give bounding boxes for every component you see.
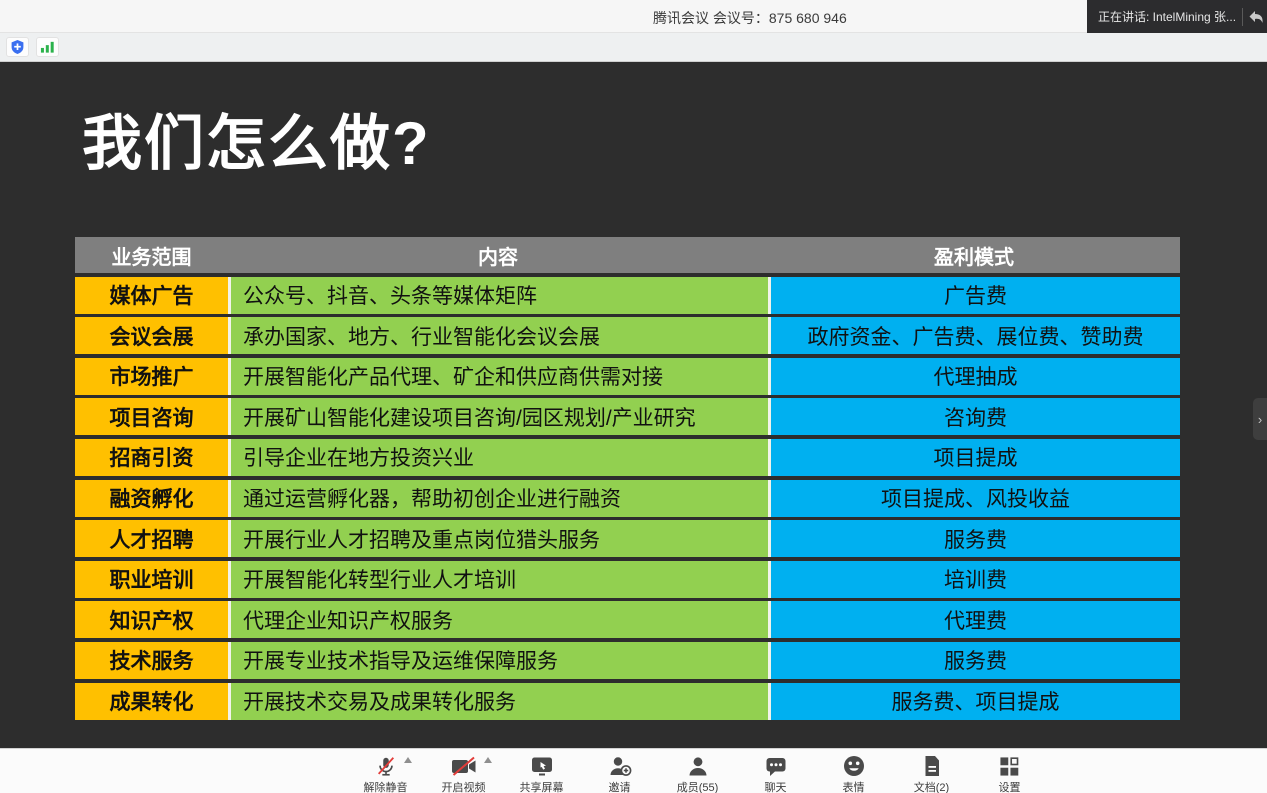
header-scope: 业务范围 (75, 237, 228, 273)
mic-muted-icon (375, 755, 397, 778)
chat-button[interactable]: 聊天 (754, 754, 798, 793)
table-body: 媒体广告 公众号、抖音、头条等媒体矩阵 广告费 会议会展 承办国家、地方、行业智… (75, 277, 1180, 720)
toolbar-item-label: 设置 (999, 779, 1021, 793)
settings-button[interactable]: 设置 (988, 754, 1032, 793)
invite-button[interactable]: 邀请 (598, 754, 642, 793)
toolbar-item-label: 共享屏幕 (520, 779, 564, 793)
meeting-title: 腾讯会议 会议号：875 680 946 (653, 8, 847, 28)
camera-off-icon (451, 756, 477, 777)
cell-scope: 人才招聘 (75, 520, 228, 557)
reply-arrow-icon[interactable] (1248, 10, 1264, 24)
table-header-row: 业务范围 内容 盈利模式 (75, 237, 1180, 273)
cell-scope: 职业培训 (75, 561, 228, 598)
invite-icon (608, 756, 632, 777)
toolbar-item-label: 表情 (843, 779, 865, 793)
header-content: 内容 (228, 237, 768, 273)
table-row: 成果转化 开展技术交易及成果转化服务 服务费、项目提成 (75, 683, 1180, 720)
cell-content: 开展矿山智能化建设项目咨询/园区规划/产业研究 (228, 398, 768, 435)
meeting-toolbar: 解除静音 开启视频 共享屏幕 (0, 748, 1267, 793)
cell-scope: 媒体广告 (75, 277, 228, 314)
toolbar-item-label: 成员(55) (677, 779, 719, 793)
table-row: 人才招聘 开展行业人才招聘及重点岗位猎头服务 服务费 (75, 520, 1180, 557)
settings-icon (999, 756, 1020, 777)
cell-profit: 广告费 (768, 277, 1180, 314)
chat-icon (765, 756, 787, 777)
cell-profit: 项目提成、风投收益 (768, 480, 1180, 517)
slide-title: 我们怎么做? (82, 114, 431, 174)
network-signal-icon[interactable] (36, 37, 59, 57)
toolbar-item-label: 解除静音 (364, 779, 408, 793)
cell-content: 承办国家、地方、行业智能化会议会展 (228, 317, 768, 354)
table-row: 技术服务 开展专业技术指导及运维保障服务 服务费 (75, 642, 1180, 679)
cell-scope: 项目咨询 (75, 398, 228, 435)
cell-scope: 成果转化 (75, 683, 228, 720)
cell-content: 公众号、抖音、头条等媒体矩阵 (228, 277, 768, 314)
table-row: 会议会展 承办国家、地方、行业智能化会议会展 政府资金、广告费、展位费、赞助费 (75, 317, 1180, 354)
share-screen-button[interactable]: 共享屏幕 (520, 754, 564, 793)
shared-screen: 我们怎么做? 业务范围 内容 盈利模式 媒体广告 公众号、抖音、头条等媒体矩阵 … (0, 62, 1267, 748)
divider (1242, 8, 1243, 26)
cell-profit: 服务费 (768, 642, 1180, 679)
cell-profit: 培训费 (768, 561, 1180, 598)
cell-profit: 项目提成 (768, 439, 1180, 476)
mic-options-chevron-up-icon[interactable] (404, 757, 412, 763)
cell-content: 开展智能化转型行业人才培训 (228, 561, 768, 598)
toolbar-item-label: 文档(2) (914, 779, 949, 793)
cell-scope: 融资孵化 (75, 480, 228, 517)
cell-profit: 政府资金、广告费、展位费、赞助费 (768, 317, 1180, 354)
table-row: 媒体广告 公众号、抖音、头条等媒体矩阵 广告费 (75, 277, 1180, 314)
cell-scope: 会议会展 (75, 317, 228, 354)
emoji-icon (843, 755, 865, 777)
speaking-indicator-label: 正在讲话: IntelMining 张... (1098, 8, 1238, 25)
share-screen-icon (530, 756, 554, 777)
table-row: 招商引资 引导企业在地方投资兴业 项目提成 (75, 439, 1180, 476)
cell-profit: 代理费 (768, 601, 1180, 638)
start-video-button[interactable]: 开启视频 (442, 754, 486, 793)
cell-content: 开展智能化产品代理、矿企和供应商供需对接 (228, 358, 768, 395)
status-bar (0, 33, 1267, 62)
business-table: 业务范围 内容 盈利模式 媒体广告 公众号、抖音、头条等媒体矩阵 广告费 会议会… (75, 237, 1180, 720)
members-button[interactable]: 成员(55) (676, 754, 720, 793)
members-icon (687, 756, 709, 777)
document-icon (923, 755, 941, 777)
emoji-button[interactable]: 表情 (832, 754, 876, 793)
cell-content: 通过运营孵化器，帮助初创企业进行融资 (228, 480, 768, 517)
cell-profit: 服务费、项目提成 (768, 683, 1180, 720)
cell-content: 开展技术交易及成果转化服务 (228, 683, 768, 720)
cell-scope: 技术服务 (75, 642, 228, 679)
table-row: 知识产权 代理企业知识产权服务 代理费 (75, 601, 1180, 638)
cell-content: 代理企业知识产权服务 (228, 601, 768, 638)
table-row: 市场推广 开展智能化产品代理、矿企和供应商供需对接 代理抽成 (75, 358, 1180, 395)
documents-button[interactable]: 文档(2) (910, 754, 954, 793)
table-row: 融资孵化 通过运营孵化器，帮助初创企业进行融资 项目提成、风投收益 (75, 480, 1180, 517)
cell-scope: 招商引资 (75, 439, 228, 476)
speaking-indicator: 正在讲话: IntelMining 张... (1087, 0, 1267, 33)
window-titlebar: 腾讯会议 会议号：875 680 946 正在讲话: IntelMining 张… (0, 0, 1267, 33)
chevron-right-icon: › (1258, 412, 1262, 427)
toolbar-item-label: 聊天 (765, 779, 787, 793)
table-row: 职业培训 开展智能化转型行业人才培训 培训费 (75, 561, 1180, 598)
cell-content: 开展专业技术指导及运维保障服务 (228, 642, 768, 679)
cell-content: 引导企业在地方投资兴业 (228, 439, 768, 476)
cell-scope: 知识产权 (75, 601, 228, 638)
shield-protect-icon[interactable] (6, 37, 29, 57)
expand-panel-tab[interactable]: › (1253, 398, 1267, 440)
cell-profit: 咨询费 (768, 398, 1180, 435)
video-options-chevron-up-icon[interactable] (484, 757, 492, 763)
cell-content: 开展行业人才招聘及重点岗位猎头服务 (228, 520, 768, 557)
cell-scope: 市场推广 (75, 358, 228, 395)
unmute-button[interactable]: 解除静音 (364, 754, 408, 793)
toolbar-item-label: 开启视频 (442, 779, 486, 793)
cell-profit: 代理抽成 (768, 358, 1180, 395)
cell-profit: 服务费 (768, 520, 1180, 557)
toolbar-item-label: 邀请 (609, 779, 631, 793)
table-row: 项目咨询 开展矿山智能化建设项目咨询/园区规划/产业研究 咨询费 (75, 398, 1180, 435)
header-profit: 盈利模式 (768, 237, 1180, 273)
